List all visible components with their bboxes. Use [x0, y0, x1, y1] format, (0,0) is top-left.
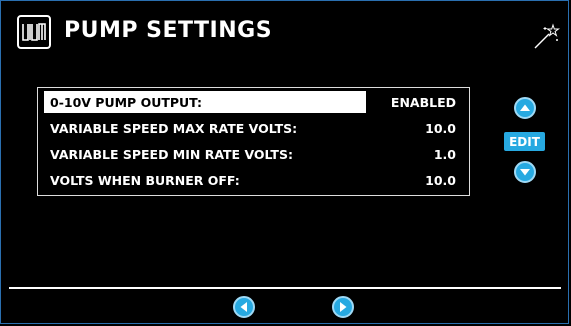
setting-row-burner-off-volts[interactable]: VOLTS WHEN BURNER OFF: 10.0: [44, 169, 463, 191]
settings-list: 0-10V PUMP OUTPUT: ENABLED VARIABLE SPEE…: [37, 87, 470, 196]
edit-button[interactable]: EDIT: [504, 132, 545, 151]
chevron-right-icon: [340, 302, 347, 312]
setting-label: VARIABLE SPEED MAX RATE VOLTS:: [50, 120, 298, 136]
setting-label: VOLTS WHEN BURNER OFF:: [50, 172, 240, 188]
wm-logo-icon: [17, 15, 51, 49]
setting-label: VARIABLE SPEED MIN RATE VOLTS:: [50, 146, 293, 162]
chevron-down-icon: [520, 169, 530, 176]
setting-value: 1.0: [433, 146, 456, 162]
page-title: PUMP SETTINGS: [64, 18, 273, 43]
next-page-button[interactable]: [332, 296, 354, 318]
setting-row-min-rate-volts[interactable]: VARIABLE SPEED MIN RATE VOLTS: 1.0: [44, 143, 463, 165]
setting-value: ENABLED: [390, 94, 456, 110]
scroll-up-button[interactable]: [514, 97, 536, 119]
magic-wand-icon[interactable]: [532, 22, 561, 50]
setting-row-pump-output[interactable]: 0-10V PUMP OUTPUT: ENABLED: [44, 91, 463, 113]
setting-value: 10.0: [425, 120, 456, 136]
setting-row-max-rate-volts[interactable]: VARIABLE SPEED MAX RATE VOLTS: 10.0: [44, 117, 463, 139]
previous-page-button[interactable]: [233, 296, 255, 318]
chevron-left-icon: [240, 302, 247, 312]
scroll-down-button[interactable]: [514, 161, 536, 183]
setting-value: 10.0: [425, 172, 456, 188]
setting-label: 0-10V PUMP OUTPUT:: [44, 91, 366, 113]
chevron-up-icon: [520, 104, 530, 111]
bottom-divider: [9, 287, 561, 289]
